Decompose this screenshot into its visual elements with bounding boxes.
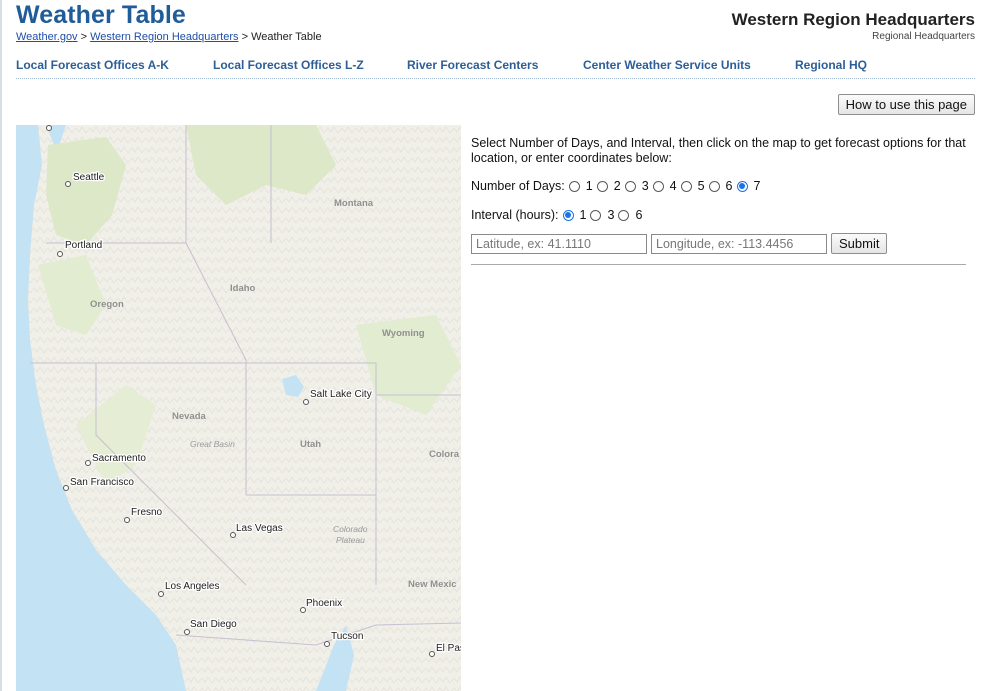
breadcrumb-link-western-region[interactable]: Western Region Headquarters [90,31,238,43]
days-option-1[interactable]: 1 [568,179,593,193]
map-region-label: Nevada [172,411,207,422]
city-marker-las-vegas [230,532,236,538]
map-canvas[interactable]: Montana Idaho Oregon Wyoming Nevada Utah… [16,125,461,691]
breadcrumb: Weather.gov > Western Region Headquarter… [16,31,322,43]
breadcrumb-separator: > [241,31,249,43]
city-marker-phoenix [300,607,306,613]
days-label: Number of Days: [471,179,565,193]
city-marker [46,125,52,131]
nav-river-forecast-centers[interactable]: River Forecast Centers [407,58,538,72]
interval-option-1[interactable]: 1 [562,208,587,222]
interval-option-label: 1 [579,208,587,222]
days-option-5[interactable]: 5 [680,179,705,193]
map-feature-label: Plateau [336,535,365,545]
map-city-label: Las Vegas [236,523,283,534]
radio-button[interactable] [618,209,630,221]
radio-button[interactable] [708,180,720,192]
interval-label: Interval (hours): [471,208,559,222]
map-region-label: New Mexic [408,579,457,590]
radio-button[interactable] [590,209,602,221]
interval-option-6[interactable]: 6 [618,208,642,222]
map-city-label: Seattle [73,172,105,183]
days-option-7[interactable]: 7 [736,179,761,193]
map-region-label: Colora [429,449,460,460]
map-city-label: San Diego [190,619,237,630]
map-city-label: Phoenix [306,598,342,609]
forecast-map[interactable]: Montana Idaho Oregon Wyoming Nevada Utah… [16,125,461,691]
radio-button[interactable] [736,180,748,192]
days-option-label: 4 [669,179,677,193]
breadcrumb-current: Weather Table [251,31,322,43]
map-region-label: Wyoming [382,328,425,339]
days-option-label: 1 [585,179,593,193]
city-marker-los-angeles [158,591,164,597]
nav-regional-hq[interactable]: Regional HQ [795,58,867,72]
instructions-text: Select Number of Days, and Interval, the… [471,136,966,165]
map-city-label: San Francisco [70,477,134,488]
breadcrumb-separator: > [80,31,88,43]
map-region-label: Idaho [230,283,256,294]
map-city-label: El Pas [436,643,461,654]
radio-button[interactable] [568,180,580,192]
map-city-label: Los Angeles [165,581,220,592]
submit-button[interactable]: Submit [831,233,888,254]
city-marker-tucson [324,641,330,647]
radio-button[interactable] [624,180,636,192]
city-marker-san-diego [184,629,190,635]
days-option-2[interactable]: 2 [596,179,621,193]
interval-option-label: 6 [635,208,643,222]
region-title: Western Region Headquarters [731,10,975,29]
days-option-label: 7 [753,179,761,193]
map-city-label: Portland [65,240,102,251]
interval-row: Interval (hours): 1 3 6 [471,208,646,222]
nav-local-forecast-offices-l-z[interactable]: Local Forecast Offices L-Z [213,58,364,72]
map-feature-label: Great Basin [190,439,235,449]
main-nav: Local Forecast Offices A-K Local Forecas… [16,58,975,79]
map-city-label: Fresno [131,507,163,518]
city-marker-el-paso [429,651,435,657]
map-feature-label: Colorado [333,524,368,534]
radio-button[interactable] [596,180,608,192]
city-marker-seattle [65,181,71,187]
radio-button[interactable] [562,209,574,221]
map-city-label: Sacramento [92,453,146,464]
radio-button[interactable] [680,180,692,192]
city-marker-portland [57,251,63,257]
interval-option-3[interactable]: 3 [590,208,614,222]
days-option-label: 3 [641,179,649,193]
map-region-label: Utah [300,439,321,450]
region-subtitle: Regional Headquarters [872,31,975,42]
latitude-input[interactable] [471,233,647,254]
how-to-use-button[interactable]: How to use this page [837,94,975,115]
days-row: Number of Days: 1 2 3 4 5 6 7 [471,179,764,193]
page-left-border [0,0,2,691]
city-marker-salt-lake-city [303,399,309,405]
coordinates-row: Submit [471,233,888,254]
nav-center-weather-service-units[interactable]: Center Weather Service Units [583,58,751,72]
interval-option-label: 3 [607,208,615,222]
days-option-label: 2 [613,179,621,193]
page-title: Weather Table [16,1,186,29]
radio-button[interactable] [652,180,664,192]
map-region-label: Montana [334,198,374,209]
map-region-label: Oregon [90,299,124,310]
nav-local-forecast-offices-a-k[interactable]: Local Forecast Offices A-K [16,58,169,72]
days-option-3[interactable]: 3 [624,179,649,193]
city-marker-sacramento [85,460,91,466]
map-city-label: Salt Lake City [310,389,372,400]
city-marker-fresno [124,517,130,523]
longitude-input[interactable] [651,233,827,254]
form-divider [471,264,966,265]
days-option-4[interactable]: 4 [652,179,677,193]
breadcrumb-link-weather-gov[interactable]: Weather.gov [16,31,78,43]
days-option-6[interactable]: 6 [708,179,733,193]
map-city-label: Tucson [331,631,363,642]
days-option-label: 6 [725,179,733,193]
days-option-label: 5 [697,179,705,193]
forecast-form: Select Number of Days, and Interval, the… [471,136,966,265]
city-marker-san-francisco [63,485,69,491]
